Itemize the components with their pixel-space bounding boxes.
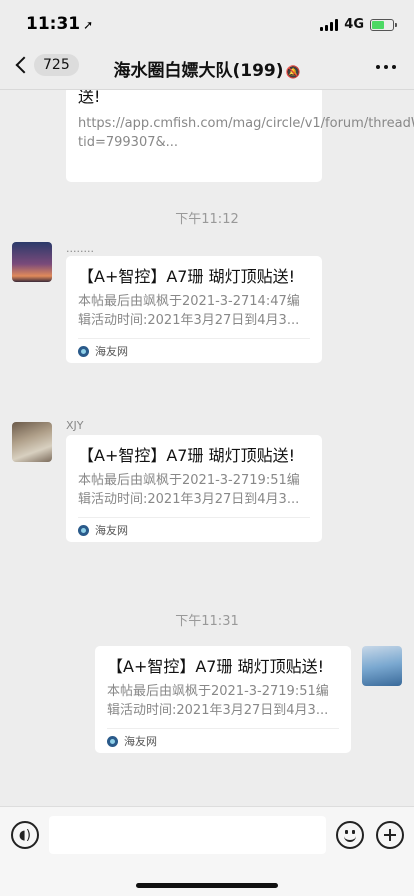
source-logo-icon: [78, 524, 89, 536]
status-indicators: 4G: [320, 17, 397, 32]
status-time: 11:31 ➚: [26, 14, 93, 34]
source-name: 海友网: [95, 345, 128, 358]
more-functions-button[interactable]: [376, 821, 404, 849]
dot-icon: [392, 65, 396, 69]
source-logo-icon: [107, 735, 118, 747]
source-name: 海友网: [95, 524, 128, 537]
message-timestamp: 下午11:12: [175, 212, 239, 227]
input-toolbar: ◖): [0, 806, 414, 896]
sender-name: ........: [66, 242, 94, 255]
card-source: 海友网: [78, 518, 310, 542]
voice-icon: ◖): [19, 827, 31, 843]
source-logo-icon: [78, 345, 89, 357]
message-list[interactable]: 送! https://app.cmfish.com/mag/circle/v1/…: [0, 90, 414, 806]
source-name: 海友网: [124, 735, 157, 748]
signal-icon: [320, 18, 339, 31]
location-arrow-icon: ➚: [83, 18, 94, 32]
status-time-text: 11:31: [26, 14, 81, 34]
mute-bell-icon: 🔕: [285, 65, 301, 79]
link-card-message[interactable]: 送! https://app.cmfish.com/mag/circle/v1/…: [66, 90, 414, 182]
chat-title: 海水圈白嫖大队(199) 🔕: [0, 56, 414, 81]
link-card-message[interactable]: 【A+智控】A7珊 瑚灯顶贴送! 本帖最后由飒枫于2021-3-2714:47编…: [66, 256, 322, 363]
more-options-button[interactable]: [376, 65, 396, 69]
message-input[interactable]: [49, 816, 326, 854]
chat-header: 725 海水圈白嫖大队(199) 🔕: [0, 46, 414, 90]
dot-icon: [384, 65, 388, 69]
card-source: 海友网: [107, 729, 339, 753]
card-source: 海友网: [78, 339, 310, 363]
home-indicator: [136, 883, 278, 888]
sender-name: XJY: [66, 419, 84, 432]
card-description: 本帖最后由飒枫于2021-3-2719:51编辑活动时间:2021年3月27日到…: [78, 473, 300, 507]
status-bar: 11:31 ➚ 4G: [0, 0, 414, 46]
emoji-icon: [345, 830, 348, 834]
network-type: 4G: [344, 17, 364, 32]
battery-icon: [370, 18, 397, 31]
chat-title-text: 海水圈白嫖大队(199): [113, 61, 284, 81]
message-timestamp: 下午11:31: [175, 614, 239, 629]
avatar[interactable]: [12, 422, 52, 462]
link-card-message[interactable]: 【A+智控】A7珊 瑚灯顶贴送! 本帖最后由飒枫于2021-3-2719:51编…: [66, 435, 322, 542]
card-description: 本帖最后由飒枫于2021-3-2714:47编辑活动时间:2021年3月27日到…: [78, 294, 300, 328]
card-title: 送!: [78, 90, 101, 106]
card-title: 【A+智控】A7珊 瑚灯顶贴送!: [107, 657, 324, 676]
card-title: 【A+智控】A7珊 瑚灯顶贴送!: [78, 446, 295, 465]
card-description: https://app.cmfish.com/mag/circle/v1/for…: [78, 116, 414, 150]
avatar[interactable]: [12, 242, 52, 282]
card-title: 【A+智控】A7珊 瑚灯顶贴送!: [78, 267, 295, 286]
link-card-message[interactable]: 【A+智控】A7珊 瑚灯顶贴送! 本帖最后由飒枫于2021-3-2719:51编…: [95, 646, 351, 753]
emoji-button[interactable]: [336, 821, 364, 849]
dot-icon: [376, 65, 380, 69]
voice-input-button[interactable]: ◖): [11, 821, 39, 849]
card-description: 本帖最后由飒枫于2021-3-2719:51编辑活动时间:2021年3月27日到…: [107, 684, 329, 718]
avatar[interactable]: [362, 646, 402, 686]
